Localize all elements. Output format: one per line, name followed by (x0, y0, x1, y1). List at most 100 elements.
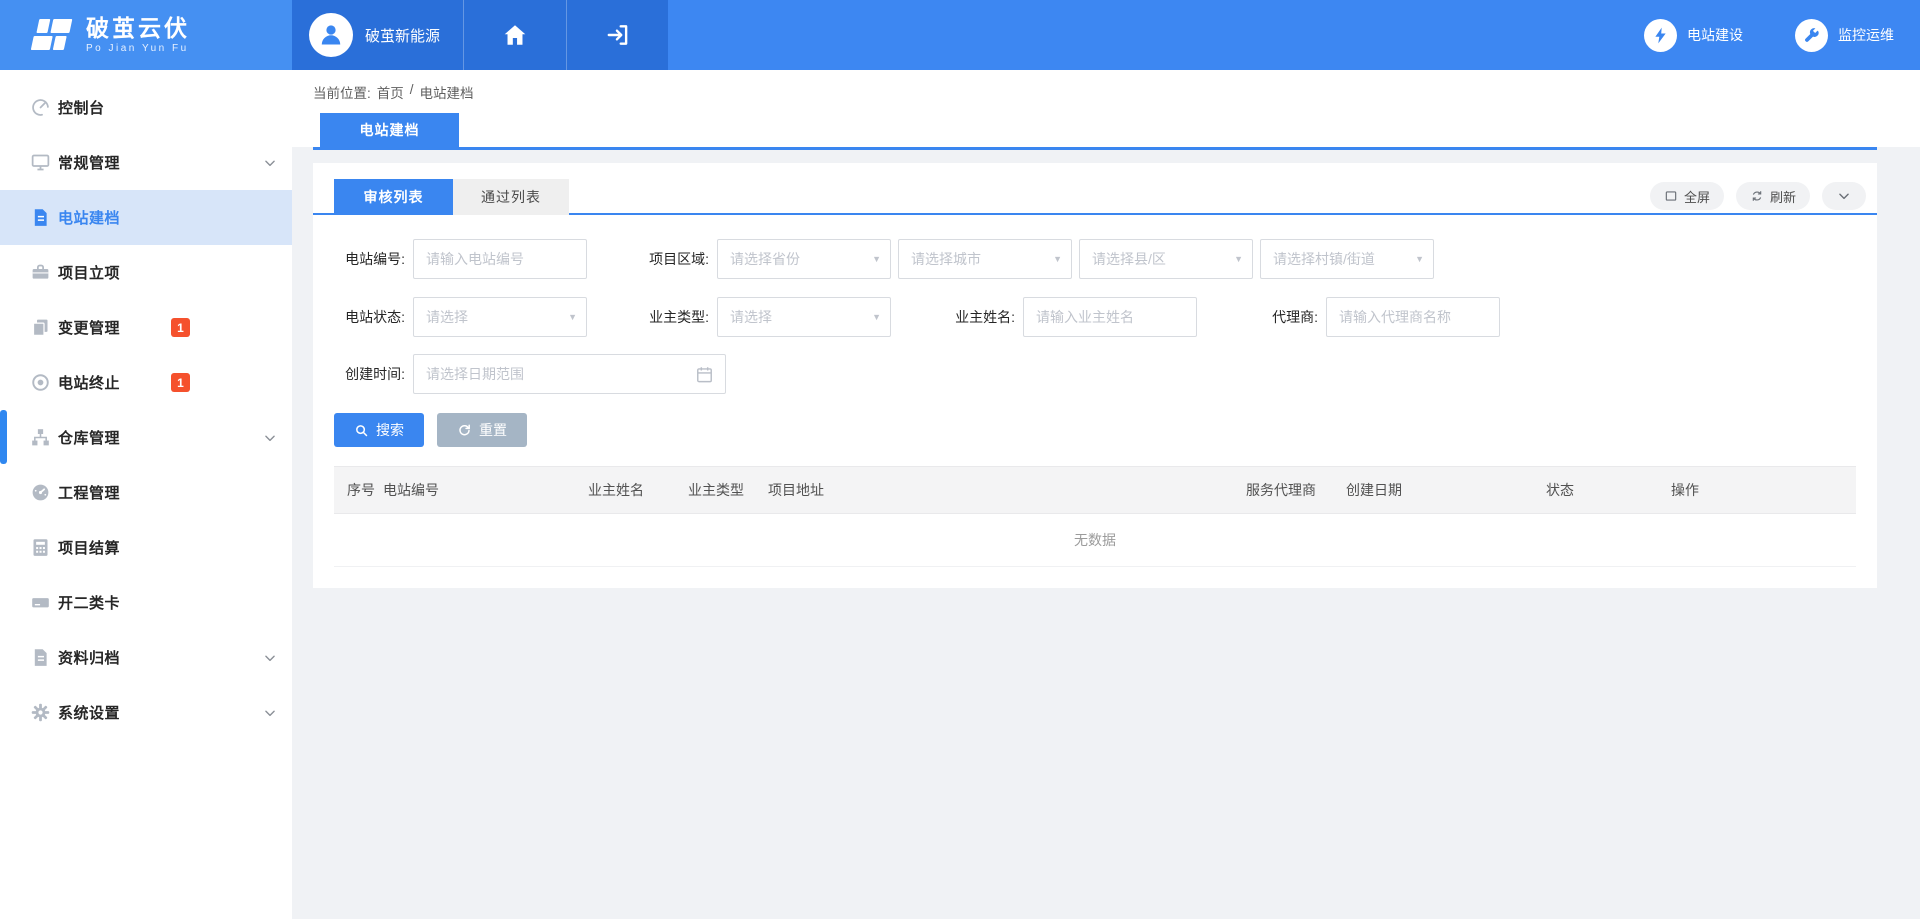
station-no-input[interactable] (413, 239, 587, 279)
dropdown-arrow-icon (568, 312, 577, 322)
sidebar-item-warehouse-mgmt[interactable]: 仓库管理 (0, 410, 292, 465)
login-arrow-icon (605, 22, 631, 48)
sidebar-item-class2-card[interactable]: 开二类卡 (0, 575, 292, 630)
town-select[interactable]: 请选择村镇/街道 (1260, 239, 1434, 279)
county-select[interactable]: 请选择县/区 (1079, 239, 1253, 279)
col-actions: 操作 (1658, 480, 1856, 500)
calculator-icon (30, 537, 51, 558)
sidebar-item-change-mgmt[interactable]: 变更管理 1 (0, 300, 292, 355)
filter-row-3: 创建时间: 请选择日期范围 (334, 354, 1877, 394)
breadcrumb-home-link[interactable]: 首页 (377, 82, 404, 102)
filter-row-2: 电站状态: 请选择 业主类型: 请选择 业主姓名: 代理商: (334, 297, 1877, 337)
chevron-down-icon (263, 431, 277, 445)
status-badge: 1 (171, 373, 190, 392)
logout-button[interactable] (566, 0, 668, 70)
owner-name-label: 业主姓名: (944, 307, 1015, 327)
owner-name-input[interactable] (1023, 297, 1197, 337)
breadcrumb-separator: / (410, 82, 414, 102)
main-area: 当前位置: 首页 / 电站建档 电站建档 审核列表 通过列表 全屏 (292, 70, 1920, 919)
results-table: 序号 电站编号 业主姓名 业主类型 项目地址 服务代理商 创建日期 状态 操作 … (334, 466, 1856, 567)
breadcrumb-current: 电站建档 (420, 82, 474, 102)
reset-button[interactable]: 重置 (437, 413, 527, 447)
create-time-label: 创建时间: (334, 364, 405, 384)
target-icon (30, 372, 51, 393)
topbar-right-nav: 电站建设 监控运维 (1644, 0, 1920, 70)
company-name: 破茧新能源 (365, 25, 440, 46)
sidebar-item-dashboard[interactable]: 控制台 (0, 80, 292, 135)
dropdown-arrow-icon (1053, 254, 1062, 264)
col-index: 序号 (334, 480, 370, 500)
archive-icon (30, 647, 51, 668)
home-button[interactable] (463, 0, 566, 70)
gauge-icon (30, 97, 51, 118)
brand-title: 破茧云伏 (86, 16, 190, 41)
dropdown-arrow-icon (1415, 254, 1424, 264)
chevron-down-icon (263, 156, 277, 170)
sidebar-scrollbar-thumb[interactable] (0, 410, 7, 464)
empty-state: 无数据 (334, 514, 1856, 567)
region-label: 项目区域: (638, 249, 709, 269)
lightning-icon (1644, 19, 1677, 52)
refresh-button[interactable]: 刷新 (1736, 182, 1810, 210)
owner-type-select[interactable]: 请选择 (717, 297, 891, 337)
dropdown-arrow-icon (1234, 254, 1243, 264)
breadcrumb: 当前位置: 首页 / 电站建档 (313, 82, 474, 102)
sidebar-item-data-archive[interactable]: 资料归档 (0, 630, 292, 685)
tabs-bar: 审核列表 通过列表 全屏 刷新 (313, 179, 1877, 215)
copy-icon (30, 317, 51, 338)
sidebar-item-engineering-mgmt[interactable]: 工程管理 (0, 465, 292, 520)
tab-passed-list[interactable]: 通过列表 (453, 179, 569, 215)
briefcase-icon (30, 262, 51, 283)
agent-label: 代理商: (1247, 307, 1318, 327)
sidebar-item-station-termination[interactable]: 电站终止 1 (0, 355, 292, 410)
chevron-down-icon (1837, 189, 1851, 203)
wrench-icon (1795, 19, 1828, 52)
sidebar: 控制台 常规管理 电站建档 (0, 70, 292, 919)
nav-station-construction[interactable]: 电站建设 (1644, 19, 1743, 52)
station-status-label: 电站状态: (334, 307, 405, 327)
sidebar-item-project-settlement[interactable]: 项目结算 (0, 520, 292, 575)
col-owner-name: 业主姓名 (575, 480, 675, 500)
tab-review-list[interactable]: 审核列表 (334, 179, 453, 215)
page-header: 当前位置: 首页 / 电站建档 电站建档 (292, 70, 1920, 147)
sidebar-item-project-initiation[interactable]: 项目立项 (0, 245, 292, 300)
sidebar-item-general-mgmt[interactable]: 常规管理 (0, 135, 292, 190)
nav-monitoring-ops[interactable]: 监控运维 (1795, 19, 1894, 52)
reset-icon (457, 423, 472, 438)
sidebar-item-system-settings[interactable]: 系统设置 (0, 685, 292, 740)
content-card: 审核列表 通过列表 全屏 刷新 (313, 163, 1877, 588)
col-service-agent: 服务代理商 (1233, 480, 1333, 500)
col-owner-type: 业主类型 (675, 480, 755, 500)
page-tab-underline (313, 147, 1877, 150)
page-tab-station-filing[interactable]: 电站建档 (320, 113, 459, 147)
fullscreen-icon (1664, 189, 1678, 203)
home-icon (502, 22, 528, 48)
status-badge: 1 (171, 318, 190, 337)
filter-actions: 搜索 重置 (334, 413, 1877, 447)
logo: 破茧云伏 Po Jian Yun Fu (0, 0, 292, 70)
sitemap-icon (30, 427, 51, 448)
owner-type-label: 业主类型: (638, 307, 709, 327)
col-station-no: 电站编号 (370, 480, 575, 500)
agent-input[interactable] (1326, 297, 1500, 337)
chevron-down-icon (263, 706, 277, 720)
search-icon (354, 423, 369, 438)
collapse-toolbar-button[interactable] (1822, 182, 1866, 210)
dropdown-arrow-icon (872, 312, 881, 322)
document-icon (30, 207, 51, 228)
chevron-down-icon (263, 651, 277, 665)
sidebar-item-station-filing[interactable]: 电站建档 (0, 190, 292, 245)
monitor-icon (30, 152, 51, 173)
card-icon (30, 592, 51, 613)
user-menu[interactable]: 破茧新能源 (292, 0, 463, 70)
fullscreen-button[interactable]: 全屏 (1650, 182, 1724, 210)
province-select[interactable]: 请选择省份 (717, 239, 891, 279)
filter-row-1: 电站编号: 项目区域: 请选择省份 请选择城市 请选择县/区 请选择村镇/街道 (334, 239, 1877, 279)
avatar (309, 13, 353, 57)
search-button[interactable]: 搜索 (334, 413, 424, 447)
date-range-picker[interactable]: 请选择日期范围 (413, 354, 726, 394)
station-status-select[interactable]: 请选择 (413, 297, 587, 337)
breadcrumb-prefix: 当前位置: (313, 82, 371, 102)
city-select[interactable]: 请选择城市 (898, 239, 1072, 279)
col-create-date: 创建日期 (1333, 480, 1533, 500)
